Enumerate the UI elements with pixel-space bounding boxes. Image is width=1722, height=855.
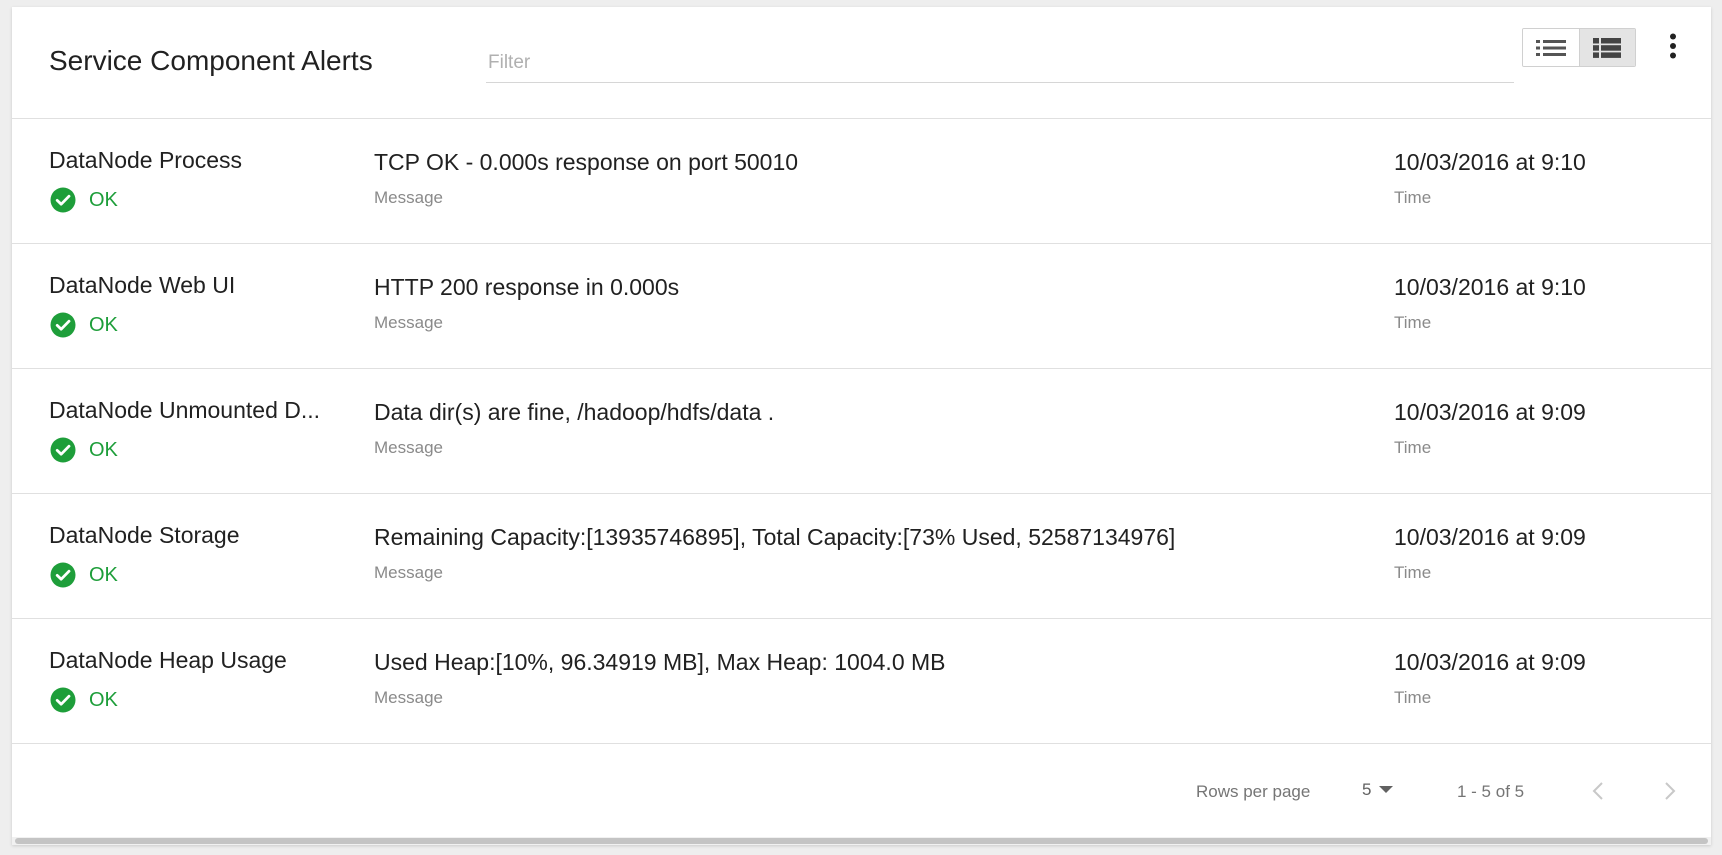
- time-label: Time: [1394, 438, 1432, 457]
- time-label: Time: [1394, 313, 1432, 332]
- alerts-list: DataNode Process OK TCP OK - 0.000s resp…: [12, 119, 1711, 744]
- alert-name: DataNode Web UI: [49, 272, 236, 298]
- status-badge: OK: [50, 687, 118, 713]
- alert-row[interactable]: DataNode Web UI OK HTTP 200 response in …: [12, 244, 1711, 369]
- card-header: Service Component Alerts: [12, 7, 1711, 119]
- list-view-button[interactable]: [1523, 29, 1579, 66]
- alert-row[interactable]: DataNode Unmounted D... OK Data dir(s) a…: [12, 369, 1711, 494]
- message-label: Message: [374, 688, 443, 707]
- message-label: Message: [374, 438, 443, 457]
- check-circle-icon: [50, 187, 76, 213]
- view-toggle: [1522, 28, 1636, 67]
- check-circle-icon: [50, 687, 76, 713]
- next-page-button[interactable]: [1658, 776, 1682, 806]
- pagination-footer: Rows per page 5 1 - 5 of 5: [12, 740, 1711, 820]
- alert-message: Used Heap:[10%, 96.34919 MB], Max Heap: …: [374, 649, 946, 675]
- time-label: Time: [1394, 188, 1432, 207]
- status-badge: OK: [50, 562, 118, 588]
- rows-per-page-value: 5: [1362, 780, 1372, 799]
- chevron-right-icon: [1665, 782, 1676, 800]
- page-title: Service Component Alerts: [49, 45, 373, 76]
- alert-time: 10/03/2016 at 9:09: [1394, 524, 1586, 550]
- alert-row[interactable]: DataNode Heap Usage OK Used Heap:[10%, 9…: [12, 619, 1711, 744]
- status-text: OK: [89, 188, 118, 211]
- check-circle-icon: [50, 312, 76, 338]
- alerts-card: Service Component Alerts Filter DataNode…: [12, 7, 1711, 845]
- filter-input[interactable]: [486, 43, 1514, 83]
- dropdown-arrow-icon: [1379, 786, 1394, 793]
- time-label: Time: [1394, 563, 1432, 582]
- message-label: Message: [374, 563, 443, 582]
- alert-time: 10/03/2016 at 9:09: [1394, 399, 1586, 425]
- alert-message: Data dir(s) are fine, /hadoop/hdfs/data …: [374, 399, 775, 425]
- alert-name: DataNode Unmounted D...: [49, 397, 321, 423]
- status-badge: OK: [50, 437, 118, 463]
- alert-row[interactable]: DataNode Storage OK Remaining Capacity:[…: [12, 494, 1711, 619]
- alert-row[interactable]: DataNode Process OK TCP OK - 0.000s resp…: [12, 119, 1711, 244]
- rows-per-page-select[interactable]: 5: [1362, 780, 1394, 800]
- alert-time: 10/03/2016 at 9:10: [1394, 149, 1586, 175]
- alert-message: Remaining Capacity:[13935746895], Total …: [374, 524, 1176, 550]
- status-text: OK: [89, 563, 118, 586]
- alert-message: TCP OK - 0.000s response on port 50010: [374, 149, 799, 175]
- status-badge: OK: [50, 187, 118, 213]
- alert-time: 10/03/2016 at 9:09: [1394, 649, 1586, 675]
- alert-time: 10/03/2016 at 9:10: [1394, 274, 1586, 300]
- scrollbar-thumb[interactable]: [15, 838, 1708, 844]
- status-badge: OK: [50, 312, 118, 338]
- status-text: OK: [89, 313, 118, 336]
- detailed-list-icon: [1593, 37, 1622, 58]
- more-options-button[interactable]: [1663, 29, 1683, 63]
- check-circle-icon: [50, 562, 76, 588]
- detailed-view-button[interactable]: [1578, 29, 1635, 66]
- time-label: Time: [1394, 688, 1432, 707]
- alert-name: DataNode Process: [49, 147, 243, 173]
- more-vert-icon: [1670, 33, 1676, 59]
- check-circle-icon: [50, 437, 76, 463]
- alert-name: DataNode Heap Usage: [49, 647, 287, 673]
- alert-name: DataNode Storage: [49, 522, 240, 548]
- prev-page-button[interactable]: [1586, 776, 1610, 806]
- message-label: Message: [374, 313, 443, 332]
- alert-message: HTTP 200 response in 0.000s: [374, 274, 680, 300]
- rows-per-page-label: Rows per page: [1196, 782, 1311, 801]
- message-label: Message: [374, 188, 443, 207]
- status-text: OK: [89, 688, 118, 711]
- list-icon: [1535, 39, 1566, 56]
- chevron-left-icon: [1592, 782, 1603, 800]
- pagination-range: 1 - 5 of 5: [1457, 782, 1525, 801]
- status-text: OK: [89, 438, 118, 461]
- horizontal-scrollbar[interactable]: [12, 837, 1711, 845]
